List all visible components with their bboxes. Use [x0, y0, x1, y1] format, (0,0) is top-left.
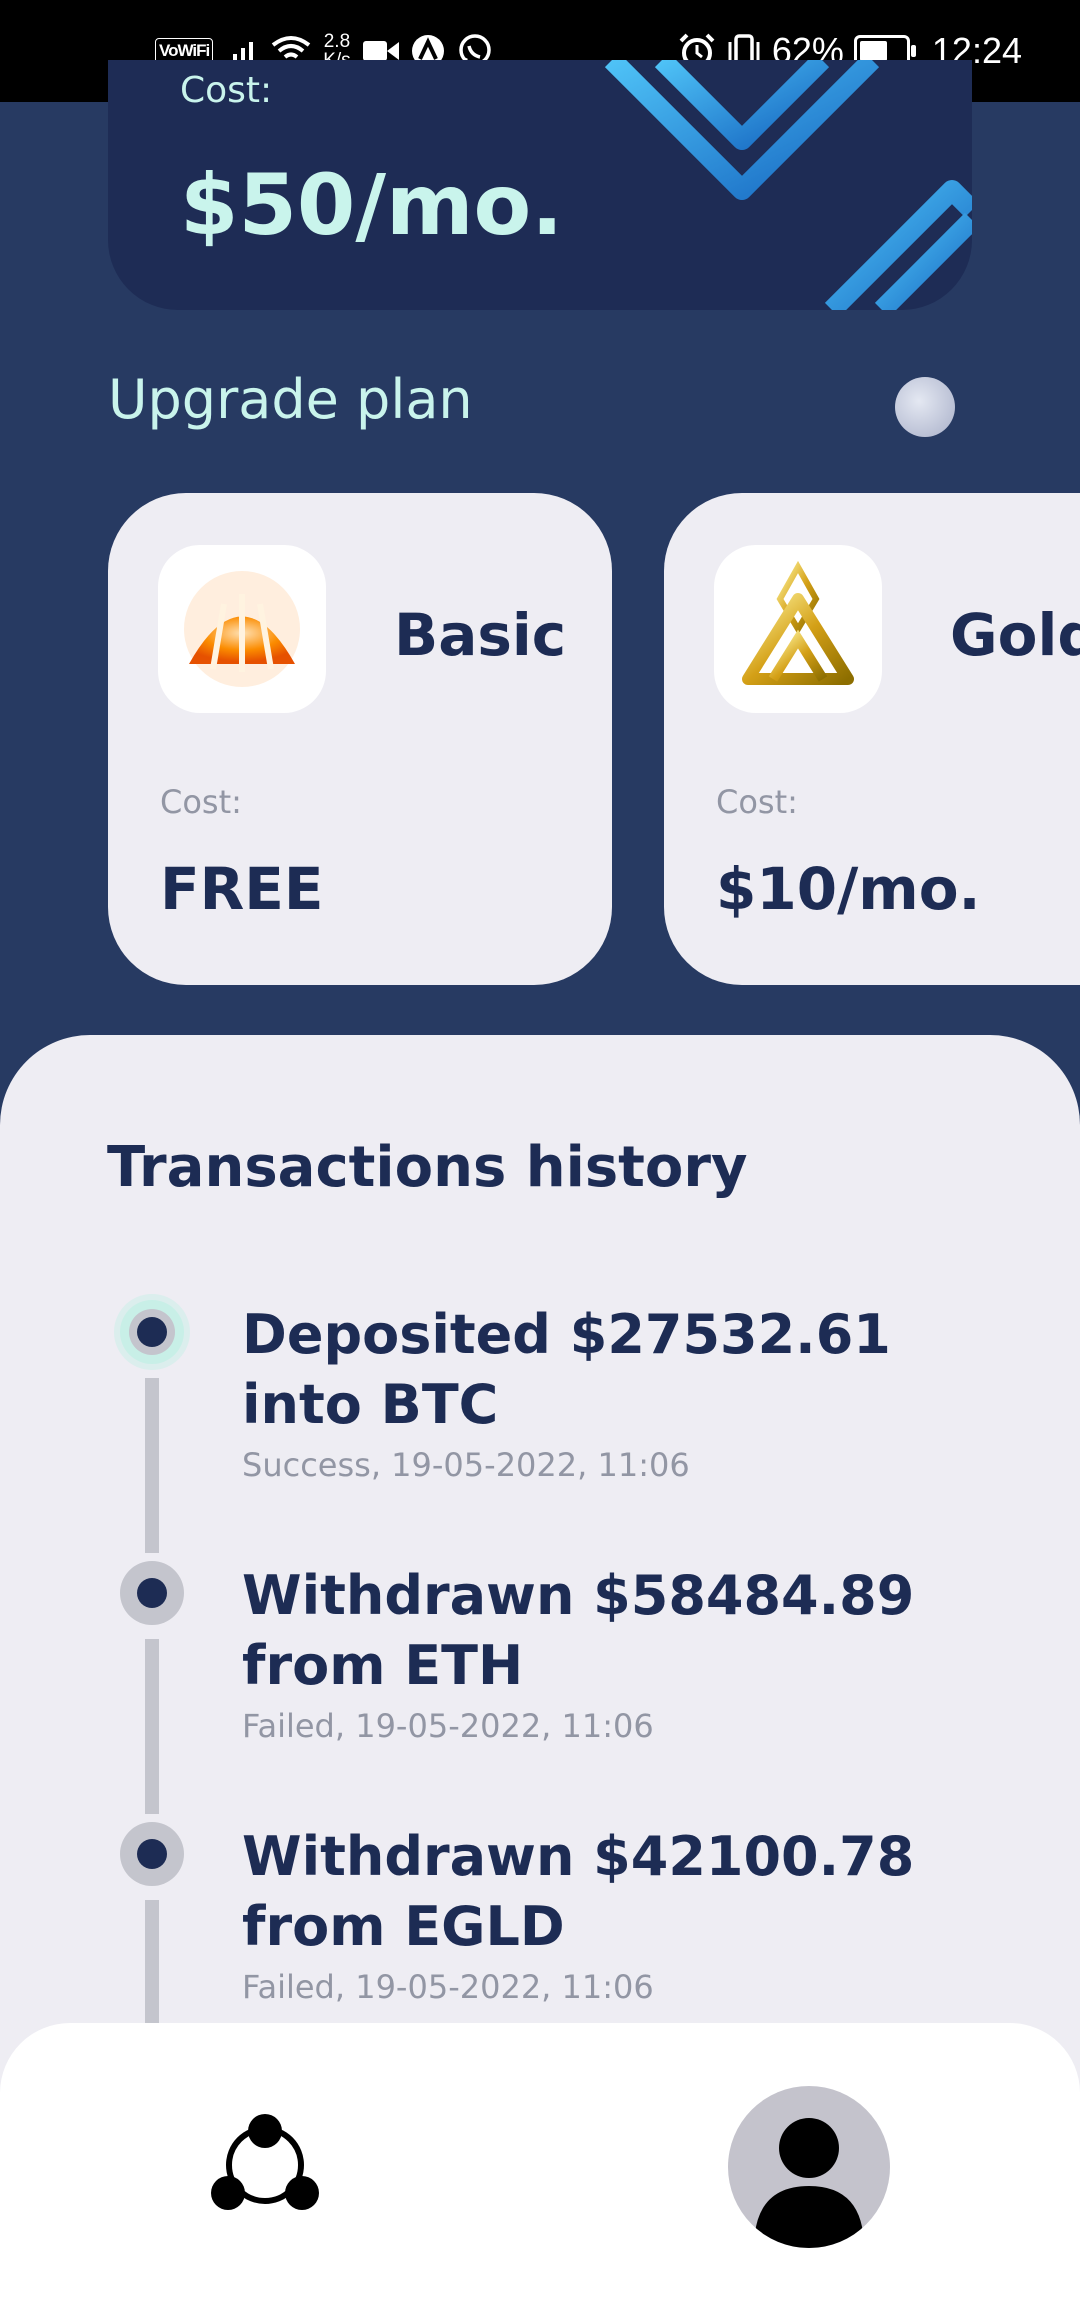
plan-name-basic: Basic [394, 601, 567, 669]
timeline-line [145, 1378, 159, 1553]
network-icon [211, 2114, 319, 2210]
transactions-history-title: Transactions history [107, 1135, 748, 1200]
basic-plan-logo-icon [184, 571, 300, 687]
basic-plan-logo [158, 545, 326, 713]
plan-price-basic: FREE [160, 855, 324, 923]
plan-name-gold: Gold [950, 601, 1080, 669]
bottom-navigation [0, 2023, 1080, 2310]
plan-cost-label-basic: Cost: [160, 783, 242, 821]
transaction-status: Failed, 19-05-2022, 11:06 [242, 1968, 654, 2006]
current-plan-card[interactable]: Cost: $50/mo. [108, 60, 972, 310]
transaction-status: Success, 19-05-2022, 11:06 [242, 1446, 690, 1484]
gold-plan-logo [714, 545, 882, 713]
plan-cost-label-gold: Cost: [716, 783, 798, 821]
current-plan-price: $50/mo. [180, 156, 564, 254]
nav-network-button[interactable] [210, 2113, 320, 2222]
plan-card-gold[interactable]: Gold Cost: $10/mo. [664, 493, 1080, 985]
plan-price-gold: $10/mo. [716, 855, 981, 923]
plan-card-basic[interactable]: Basic Cost: FREE [108, 493, 612, 985]
premium-plan-artwork-icon [604, 60, 972, 310]
transaction-title: Withdrawn $42100.78 from EGLD [242, 1825, 915, 1958]
timeline-dot-active [120, 1300, 184, 1364]
timeline-dot [120, 1822, 184, 1886]
gold-plan-logo-icon [742, 560, 854, 685]
nav-profile-button[interactable] [728, 2086, 890, 2248]
timeline-line [145, 1639, 159, 1814]
timeline-dot [120, 1561, 184, 1625]
carousel-indicator[interactable] [895, 377, 955, 437]
profile-icon [754, 2118, 864, 2248]
transaction-title: Withdrawn $58484.89 from ETH [242, 1564, 915, 1697]
current-plan-cost-label: Cost: [180, 70, 273, 111]
network-speed-value: 2.8 [323, 31, 351, 52]
transaction-status: Failed, 19-05-2022, 11:06 [242, 1707, 654, 1745]
transaction-title: Deposited $27532.61 into BTC [242, 1303, 891, 1436]
battery-fill [859, 41, 887, 61]
upgrade-plan-title: Upgrade plan [108, 368, 473, 431]
